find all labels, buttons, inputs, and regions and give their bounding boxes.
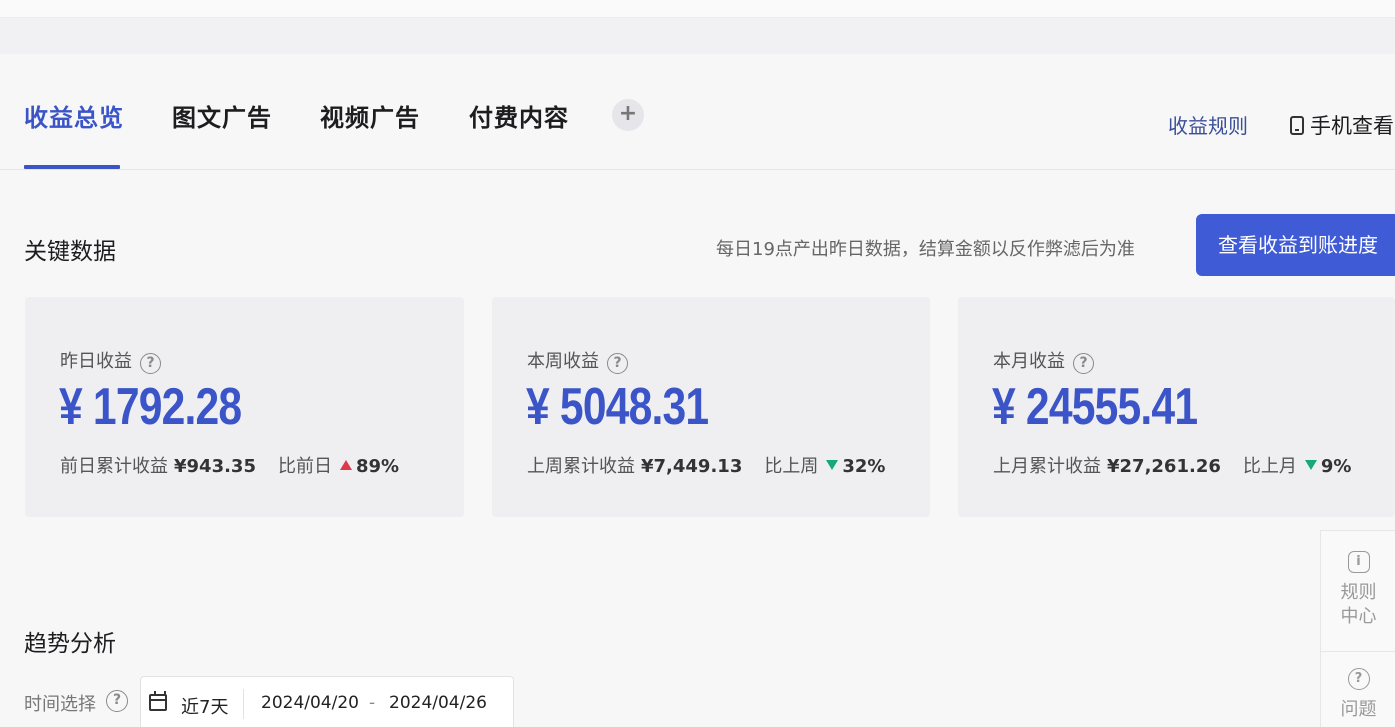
tab-video-ads[interactable]: 视频广告: [320, 98, 420, 133]
compare-percent: 9%: [1320, 456, 1352, 477]
yesterday-earnings-card: 昨日收益? ¥ 1792.28 前日累计收益 ¥943.35 比前日 89%: [25, 297, 464, 517]
card-value: ¥ 24555.41: [992, 378, 1198, 436]
trend-up-icon: [339, 460, 352, 470]
phone-icon: [1290, 116, 1304, 135]
rules-center-label: 规则中心: [1340, 582, 1377, 627]
mobile-view-label: 手机查看: [1310, 114, 1394, 138]
trend-analysis-title: 趋势分析: [24, 631, 116, 657]
help-icon[interactable]: ?: [140, 353, 161, 374]
divider: [243, 689, 244, 719]
tab-bar: 收益总览 图文广告 视频广告 付费内容 + 收益规则 手机查看: [0, 54, 1395, 170]
calendar-icon: [149, 691, 167, 711]
date-range-picker[interactable]: 近7天 2024/04/20 - 2024/04/26: [140, 676, 514, 727]
compare-label: 比上周: [764, 456, 819, 477]
top-band: [0, 18, 1395, 54]
card-label-text: 本周收益: [527, 351, 599, 372]
compare-label: 比上月: [1242, 456, 1297, 477]
rules-center-button[interactable]: i 规则中心: [1321, 551, 1395, 629]
earnings-rules-link[interactable]: 收益规则: [1168, 110, 1248, 139]
help-icon: ?: [1347, 668, 1370, 690]
help-icon[interactable]: ?: [607, 353, 628, 374]
card-label: 本周收益?: [527, 347, 628, 374]
tab-earnings-overview[interactable]: 收益总览: [24, 98, 124, 133]
active-tab-indicator: [24, 165, 120, 169]
prev-value: ¥27,261.26: [1107, 456, 1221, 477]
card-label-text: 昨日收益: [60, 351, 132, 372]
prev-label: 上月累计收益: [993, 456, 1101, 477]
quick-range-select[interactable]: 近7天: [181, 693, 228, 719]
month-earnings-card: 本月收益? ¥ 24555.41 上月累计收益 ¥27,261.26 比上月 9%: [958, 297, 1395, 517]
prev-value: ¥7,449.13: [641, 456, 743, 477]
mobile-view-button[interactable]: 手机查看: [1290, 110, 1394, 140]
compare-percent: 89%: [355, 456, 400, 477]
view-payout-progress-button[interactable]: 查看收益到账进度: [1196, 214, 1395, 276]
card-value: ¥ 5048.31: [526, 378, 709, 436]
question-button[interactable]: ? 问题: [1321, 668, 1395, 722]
add-tab-button[interactable]: +: [612, 99, 644, 131]
start-date-input[interactable]: 2024/04/20: [261, 693, 359, 713]
date-separator: -: [369, 693, 376, 713]
question-label: 问题: [1340, 699, 1377, 720]
key-data-title: 关键数据: [24, 239, 116, 265]
tab-image-text-ads[interactable]: 图文广告: [172, 98, 272, 133]
time-select-label: 时间选择: [24, 694, 96, 715]
week-earnings-card: 本周收益? ¥ 5048.31 上周累计收益 ¥7,449.13 比上周 32%: [492, 297, 930, 517]
trend-down-icon: [1304, 460, 1317, 470]
help-icon[interactable]: ?: [1073, 353, 1094, 374]
prev-label: 上周累计收益: [527, 456, 635, 477]
card-label: 本月收益?: [993, 347, 1094, 374]
compare-percent: 32%: [842, 456, 886, 477]
card-value: ¥ 1792.28: [59, 378, 242, 436]
card-footer: 前日累计收益 ¥943.35 比前日 89%: [60, 452, 399, 478]
compare-label: 比前日: [277, 456, 332, 477]
help-icon[interactable]: ?: [106, 690, 128, 712]
data-notice: 每日19点产出昨日数据，结算金额以反作弊滤后为准: [716, 239, 1135, 260]
tab-paid-content[interactable]: 付费内容: [469, 98, 569, 133]
trend-down-icon: [826, 460, 839, 470]
end-date-input[interactable]: 2024/04/26: [389, 693, 487, 713]
prev-label: 前日累计收益: [60, 456, 168, 477]
prev-value: ¥943.35: [174, 456, 256, 477]
info-icon: i: [1347, 551, 1370, 573]
top-bar: [0, 0, 1395, 18]
card-footer: 上周累计收益 ¥7,449.13 比上周 32%: [527, 452, 885, 478]
card-label: 昨日收益?: [60, 347, 161, 374]
card-label-text: 本月收益: [993, 351, 1065, 372]
divider: [1321, 651, 1395, 652]
card-footer: 上月累计收益 ¥27,261.26 比上月 9%: [993, 452, 1351, 478]
side-panel: i 规则中心 ? 问题: [1320, 530, 1395, 727]
